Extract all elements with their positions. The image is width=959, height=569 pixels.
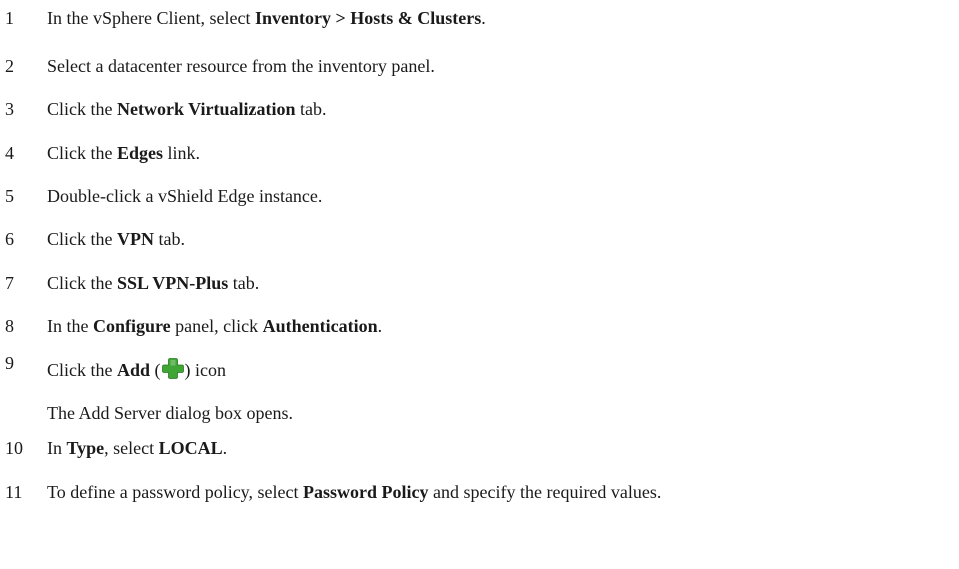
step-text: Click the Edges link.	[47, 140, 200, 166]
list-item: 6 Click the VPN tab.	[0, 226, 959, 252]
list-item: 2 Select a datacenter resource from the i…	[0, 53, 959, 79]
step-text-bold: Type	[66, 438, 105, 458]
step-text-run: In the vSphere Client, select	[47, 8, 255, 28]
step-text-run: ) icon	[184, 360, 227, 380]
step-text-bold: Add	[117, 360, 151, 380]
step-text: Click the SSL VPN-Plus tab.	[47, 270, 259, 296]
step-number: 8	[5, 316, 14, 336]
step-number: 10	[5, 438, 23, 458]
step-text-run: and specify the required values.	[428, 482, 662, 502]
step-text-run: tab.	[228, 273, 260, 293]
step-text: Click the VPN tab.	[47, 226, 185, 252]
step-number: 1	[5, 8, 14, 28]
list-item: 3 Click the Network Virtualization tab.	[0, 96, 959, 122]
list-item: 11 To define a password policy, select Pa…	[0, 479, 959, 505]
list-item: 9 Click the Add ( ) icon	[0, 353, 959, 383]
step-text-bold: Edges	[117, 143, 164, 163]
step-text: To define a password policy, select Pass…	[47, 479, 661, 505]
list-item: 10 In Type, select LOCAL.	[0, 435, 959, 461]
step-result: The Add Server dialog box opens.	[0, 400, 959, 426]
list-item: 8 In the Configure panel, click Authentic…	[0, 313, 959, 339]
step-text-run: tab.	[154, 229, 186, 249]
procedure-steps: 1 In the vSphere Client, select Inventory…	[0, 0, 959, 569]
step-text-bold: Configure	[92, 316, 171, 336]
step-text-run: .	[222, 438, 228, 458]
step-text-bold: Network Virtualization	[117, 99, 296, 119]
step-text: Click the Network Virtualization tab.	[47, 96, 326, 122]
step-number: 5	[5, 186, 14, 206]
list-item: 5 Double-click a vShield Edge instance.	[0, 183, 959, 209]
step-text-run: Select a datacenter resource from the in…	[47, 56, 435, 76]
step-text: In the vSphere Client, select Inventory …	[47, 5, 486, 31]
list-item: 7 Click the SSL VPN-Plus tab.	[0, 270, 959, 296]
step-text: Double-click a vShield Edge instance.	[47, 183, 322, 209]
step-text-run: In the	[47, 316, 93, 336]
step-text-run: link.	[163, 143, 201, 163]
step-text-run: Click the	[47, 229, 117, 249]
step-result-text: The Add Server dialog box opens.	[47, 403, 293, 423]
step-text-run: Click the	[47, 99, 117, 119]
step-text-bold: VPN	[117, 229, 154, 249]
step-number: 11	[5, 482, 23, 502]
step-text: In the Configure panel, click Authentica…	[47, 313, 382, 339]
step-text-run: , select	[104, 438, 159, 458]
step-text-run: In	[47, 438, 67, 458]
step-text: Click the Add ( ) icon	[47, 357, 226, 383]
list-item: 1 In the vSphere Client, select Inventory…	[0, 5, 959, 31]
step-text-bold: LOCAL	[158, 438, 223, 458]
add-plus-icon	[161, 358, 184, 379]
step-text-run: Double-click a vShield Edge instance.	[47, 186, 323, 206]
step-text-run: tab.	[295, 99, 327, 119]
step-number: 6	[5, 229, 14, 249]
step-text-run: .	[481, 8, 486, 28]
list-item: 4 Click the Edges link.	[0, 140, 959, 166]
step-text-bold: SSL VPN-Plus	[117, 273, 229, 293]
step-text-bold: Inventory > Hosts & Clusters	[254, 8, 482, 28]
step-text-run: panel, click	[170, 316, 263, 336]
step-text-run: Click the	[47, 273, 117, 293]
step-number: 4	[5, 143, 14, 163]
step-text-run: To define a password policy, select	[47, 482, 303, 502]
step-text-bold: Password Policy	[303, 482, 429, 502]
step-number: 7	[5, 273, 14, 293]
step-number: 9	[5, 353, 14, 373]
step-text: In Type, select LOCAL.	[47, 435, 227, 461]
step-text-run: (	[150, 360, 161, 380]
step-number: 2	[5, 56, 14, 76]
step-text-run: Click the	[47, 143, 117, 163]
step-text-bold: Authentication	[262, 316, 378, 336]
step-text-run: Click the	[47, 360, 117, 380]
step-text: Select a datacenter resource from the in…	[47, 53, 435, 79]
step-number: 3	[5, 99, 14, 119]
step-text-run: .	[377, 316, 383, 336]
